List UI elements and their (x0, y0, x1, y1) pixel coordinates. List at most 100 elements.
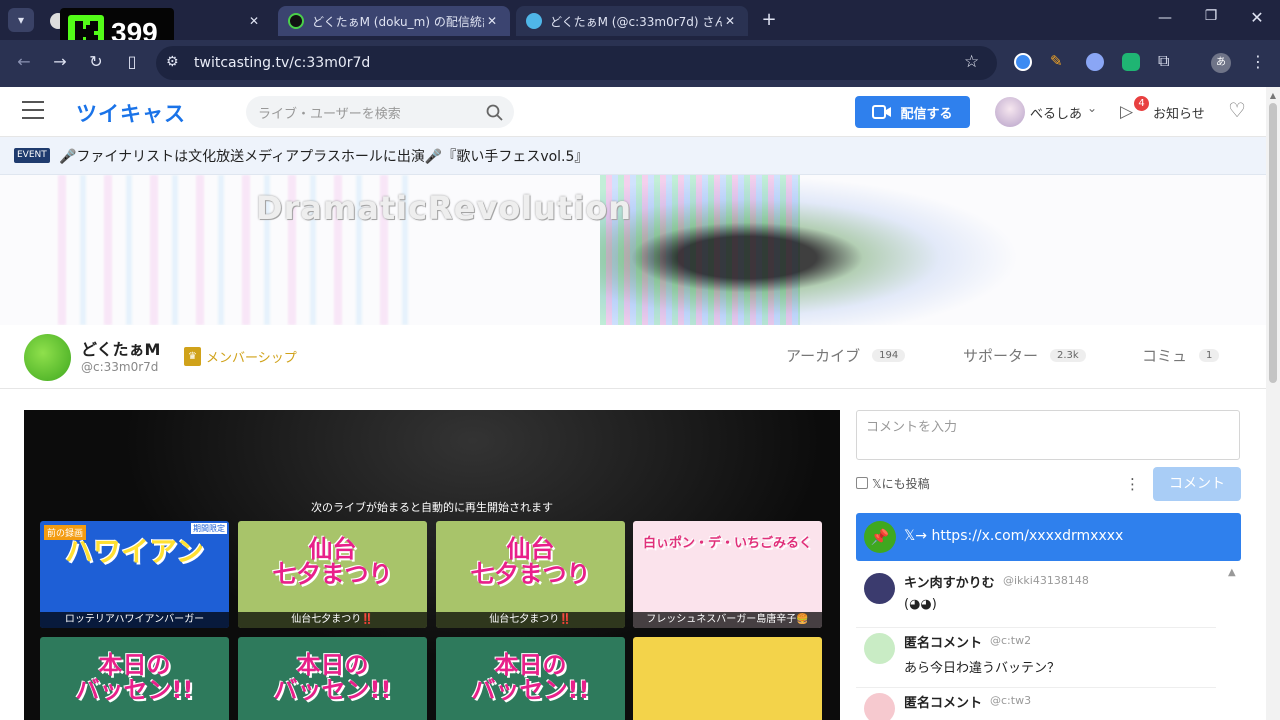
reload-button[interactable]: ↻ (84, 52, 108, 71)
support-heart-icon[interactable]: ♡ (1228, 98, 1246, 122)
search-placeholder: ライブ・ユーザーを検索 (258, 107, 401, 122)
user-avatar[interactable] (995, 97, 1025, 127)
puzzle-extensions-icon[interactable]: ⧉ (1158, 51, 1169, 71)
commenter-name[interactable]: キン肉すかりむ (904, 572, 995, 591)
user-search-input[interactable]: ライブ・ユーザーを検索 (246, 96, 514, 128)
comment-item[interactable]: キン肉すかりむ @ikki43138148 (◕◕) (856, 572, 1216, 628)
post-to-x-checkbox[interactable] (856, 477, 868, 489)
browser-tab-3-active[interactable]: どくたぁM (@c:33m0r7d) さんのラ ✕ (516, 6, 748, 36)
bell-icon: ▷ (1120, 102, 1134, 122)
pin-icon: 📌 (864, 521, 896, 553)
banner-title: DramaticRevolution (256, 189, 633, 227)
comment-input[interactable]: コメントを入力 (856, 410, 1240, 460)
address-bar[interactable]: ⚙ twitcasting.tv/c:33m0r7d ☆ (156, 46, 997, 80)
thumbnail-tag: 前の録画 (44, 525, 87, 540)
tab-title: どくたぁM (doku_m) の配信統計 | (312, 14, 484, 29)
scroll-up-arrow-icon[interactable]: ▲ (1228, 567, 1236, 578)
commenter-name[interactable]: 匿名コメント (904, 632, 982, 651)
close-icon[interactable]: ✕ (722, 14, 738, 28)
broadcast-label: 配信する (900, 106, 953, 122)
tab-supporters-count: 2.3k (1050, 349, 1086, 362)
recommended-thumbnail[interactable]: 仙台 七夕まつり 仙台七夕まつり‼️ (238, 521, 427, 628)
notification-label: お知らせ (1153, 107, 1205, 122)
event-banner[interactable]: EVENT 🎤ファイナリストは文化放送メディアプラスホールに出演🎤『歌い手フェス… (0, 137, 1266, 175)
membership-link[interactable]: ♛ メンバーシップ (184, 347, 297, 366)
notification-button[interactable]: ▷ 4 お知らせ (1118, 96, 1214, 128)
thumbnail-title: 本日の バッセン!! (471, 651, 590, 705)
restore-button[interactable]: ❐ (1196, 8, 1226, 24)
tab-community-label: コミュ (1142, 347, 1188, 365)
pinned-comment[interactable]: 📌 𝕏→ https://x.com/xxxxdrmxxxx (856, 513, 1241, 561)
channel-name[interactable]: どくたぁM (81, 336, 160, 360)
comment-submit-button[interactable]: コメント (1153, 467, 1241, 501)
minimize-button[interactable]: — (1150, 10, 1180, 26)
pen-extension-icon[interactable]: ✎ (1050, 52, 1063, 70)
split-view-icon[interactable]: ▯ (120, 52, 144, 71)
recommended-thumbnail[interactable]: ハワイアン 前の録画 期間限定 ロッテリアハワイアンバーガー (40, 521, 229, 628)
scroll-up-icon[interactable]: ▲ (1269, 91, 1277, 100)
browser-menu-icon[interactable]: ⋮ (1250, 52, 1266, 71)
post-to-x-label[interactable]: 𝕏にも投稿 (872, 475, 930, 492)
url-text[interactable]: twitcasting.tv/c:33m0r7d (194, 55, 370, 71)
tab-supporters[interactable]: サポーター 2.3k (963, 345, 1086, 366)
site-logo[interactable]: ツイキャス (76, 98, 186, 128)
green-extension-icon[interactable] (1122, 53, 1140, 71)
tab-favicon (526, 13, 542, 29)
next-live-notice: 次のライブが始まると自動的に再生開始されます (311, 501, 553, 514)
extension-icon[interactable] (1014, 53, 1032, 71)
comment-item[interactable]: 匿名コメント @c:tw3 (856, 692, 1240, 720)
browser-tab-strip: ▾ ブ | Shobon K ✕ どくたぁM (doku_m) の配信統計 | … (0, 0, 1280, 40)
recommended-thumbnail[interactable] (633, 637, 822, 720)
recommended-thumbnail[interactable]: 白ぃポン・デ・いちごみるく フレッシュネスバーガー島唐辛子🍔 (633, 521, 822, 628)
new-tab-button[interactable]: + (758, 8, 780, 32)
commenter-avatar[interactable] (864, 693, 895, 720)
back-button[interactable]: ← (12, 52, 36, 71)
crown-icon: ♛ (184, 347, 201, 366)
profile-avatar[interactable]: あ (1211, 53, 1231, 73)
broadcast-button[interactable]: 配信する (855, 96, 970, 128)
tab-supporters-label: サポーター (963, 347, 1039, 365)
thumbnail-title: ハワイアン (65, 535, 204, 568)
pinned-text[interactable]: 𝕏→ https://x.com/xxxxdrmxxxx (904, 528, 1123, 544)
profile-bar: どくたぁM @c:33m0r7d ♛ メンバーシップ アーカイブ 194 サポー… (0, 325, 1266, 389)
search-extension-icon[interactable] (1086, 53, 1104, 71)
commenter-avatar[interactable] (864, 573, 895, 604)
commenter-id: @c:tw3 (990, 694, 1032, 707)
video-player[interactable]: 次のライブが始まると自動的に再生開始されます ハワイアン 前の録画 期間限定 ロッテリ… (24, 410, 840, 720)
site-info-icon[interactable]: ⚙ (166, 54, 179, 70)
user-name[interactable]: べるしあ (1030, 103, 1082, 122)
recommended-thumbnail[interactable]: 本日の バッセン!! (238, 637, 427, 720)
recommended-thumbnail[interactable]: 仙台 七夕まつり 仙台七夕まつり‼️ (436, 521, 625, 628)
tab-title: どくたぁM (@c:33m0r7d) さんのラ (550, 14, 722, 29)
tab-list-button[interactable]: ▾ (8, 8, 34, 32)
hamburger-menu-icon[interactable] (22, 101, 44, 119)
comment-text: あら今日わ違うバッテン？ (904, 661, 1061, 676)
page-scrollbar[interactable]: ▲ (1266, 87, 1280, 720)
recommended-thumbnail[interactable]: 本日の バッセン!! (436, 637, 625, 720)
commenter-id: @ikki43138148 (1003, 574, 1089, 587)
search-icon[interactable] (486, 104, 503, 121)
comment-item[interactable]: 匿名コメント @c:tw2 あら今日わ違うバッテン？ (856, 632, 1216, 688)
tab-archive[interactable]: アーカイブ 194 (786, 345, 906, 366)
channel-avatar[interactable] (24, 334, 71, 381)
commenter-avatar[interactable] (864, 633, 895, 664)
recommended-thumbnail[interactable]: 本日の バッセン!! (40, 637, 229, 720)
bookmark-star-icon[interactable]: ☆ (964, 52, 979, 72)
comment-text: (◕◕) (904, 597, 937, 612)
forward-button[interactable]: → (48, 52, 72, 71)
tab-community[interactable]: コミュ 1 (1142, 345, 1220, 366)
event-text[interactable]: 🎤ファイナリストは文化放送メディアプラスホールに出演🎤『歌い手フェスvol.5』 (59, 146, 588, 166)
more-options-icon[interactable]: ⋮ (1125, 475, 1140, 493)
event-badge: EVENT (14, 148, 50, 163)
thumbnail-title: 仙台 七夕まつり (272, 535, 393, 589)
thumbnail-caption: 仙台七夕まつり‼️ (436, 612, 625, 628)
tab-archive-label: アーカイブ (786, 347, 861, 365)
close-icon[interactable]: ✕ (484, 14, 500, 28)
tab-favicon (288, 13, 304, 29)
chevron-down-icon[interactable]: ⌄ (1087, 101, 1097, 115)
close-icon[interactable]: ✕ (246, 14, 262, 28)
browser-tab-2[interactable]: どくたぁM (doku_m) の配信統計 | ✕ (278, 6, 510, 36)
commenter-name[interactable]: 匿名コメント (904, 692, 982, 711)
scrollbar-thumb[interactable] (1269, 103, 1277, 383)
window-close-button[interactable]: ✕ (1242, 8, 1272, 27)
